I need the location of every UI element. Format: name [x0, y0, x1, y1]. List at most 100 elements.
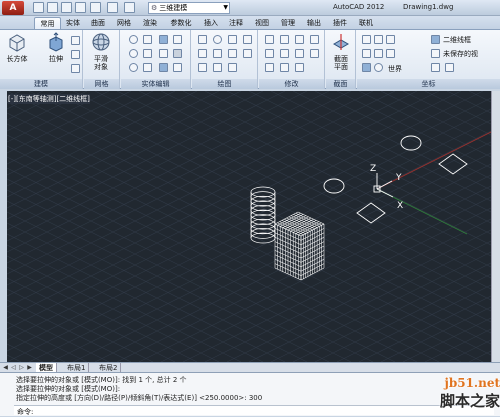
- ucs-world-label[interactable]: 世界: [388, 64, 402, 74]
- left-border: [0, 91, 7, 362]
- ucs-globe-icon[interactable]: [374, 63, 383, 72]
- last-tab-arrow-icon[interactable]: ▶: [26, 364, 33, 371]
- ucs-origin-icon[interactable]: [362, 49, 371, 58]
- tab-insert[interactable]: 插入: [200, 17, 222, 29]
- prev-tab-arrow-icon[interactable]: ◁: [10, 364, 17, 371]
- application-menu-button[interactable]: A: [2, 1, 24, 15]
- arc-icon[interactable]: [243, 35, 252, 44]
- tab-render[interactable]: 渲染: [139, 17, 161, 29]
- first-tab-arrow-icon[interactable]: ◀: [2, 364, 9, 371]
- circle-icon[interactable]: [213, 35, 222, 44]
- clean-icon[interactable]: [173, 63, 182, 72]
- tab-home[interactable]: 常用: [34, 17, 61, 29]
- ucs-3point-icon[interactable]: [362, 63, 371, 72]
- face-extrude-icon[interactable]: [159, 35, 168, 44]
- separate-icon[interactable]: [159, 49, 168, 58]
- polygon-icon[interactable]: [198, 63, 207, 72]
- ucs-world-icon[interactable]: [374, 35, 383, 44]
- grid-line: [7, 91, 308, 242]
- tab-surface[interactable]: 曲面: [87, 17, 109, 29]
- union-icon[interactable]: [129, 35, 138, 44]
- box-button[interactable]: 长方体: [6, 32, 28, 63]
- tab-online[interactable]: 联机: [355, 17, 377, 29]
- grid-line: [72, 91, 493, 302]
- grid-line: [7, 91, 44, 110]
- 3d-move-icon[interactable]: [280, 35, 289, 44]
- rotate-icon[interactable]: [265, 49, 274, 58]
- 3d-rotate-icon[interactable]: [280, 49, 289, 58]
- smooth-object-button[interactable]: 平滑 对象: [90, 32, 112, 71]
- thicken-icon[interactable]: [143, 63, 152, 72]
- imprint-icon[interactable]: [173, 49, 182, 58]
- polysolid-icon[interactable]: [71, 36, 80, 45]
- open-file-icon[interactable]: [47, 2, 58, 13]
- presspull-icon[interactable]: [71, 50, 80, 59]
- named-view-icon[interactable]: [431, 49, 440, 58]
- print-icon[interactable]: [90, 2, 101, 13]
- array-icon[interactable]: [310, 49, 319, 58]
- next-tab-arrow-icon[interactable]: ▷: [18, 364, 25, 371]
- save-icon[interactable]: [61, 2, 72, 13]
- ucs-icon[interactable]: [362, 35, 371, 44]
- slice-icon[interactable]: [143, 49, 152, 58]
- copy-icon[interactable]: [295, 35, 304, 44]
- sweep-icon[interactable]: [71, 64, 80, 73]
- grid-line: [314, 91, 493, 181]
- undo-icon[interactable]: [107, 2, 118, 13]
- move-icon[interactable]: [265, 35, 274, 44]
- subtract-icon[interactable]: [129, 49, 138, 58]
- polyline-icon[interactable]: [198, 49, 207, 58]
- tab-output[interactable]: 输出: [303, 17, 325, 29]
- tab-plugins[interactable]: 插件: [329, 17, 351, 29]
- vertical-scrollbar[interactable]: [491, 91, 500, 362]
- fillet-icon[interactable]: [295, 49, 304, 58]
- grid-line: [7, 343, 44, 362]
- trim-icon[interactable]: [280, 63, 289, 72]
- grid-line: [336, 283, 493, 362]
- extrude-label: 拉伸: [49, 55, 63, 63]
- erase-icon[interactable]: [295, 63, 304, 72]
- visual-style-icon[interactable]: [431, 35, 440, 44]
- ucs-object-icon[interactable]: [386, 49, 395, 58]
- cylinder-ring: [250, 186, 276, 198]
- tab-manage[interactable]: 管理: [277, 17, 299, 29]
- ucs-view-icon[interactable]: [374, 49, 383, 58]
- box-label: 长方体: [6, 55, 28, 63]
- spline-icon[interactable]: [213, 49, 222, 58]
- drawing-viewport[interactable]: Z Y X: [7, 91, 493, 362]
- layer-icon[interactable]: [445, 63, 454, 72]
- section-plane-button[interactable]: 截面 平面: [330, 32, 352, 71]
- line-icon[interactable]: [198, 35, 207, 44]
- viewport-config-icon[interactable]: [431, 63, 440, 72]
- shell-icon[interactable]: [173, 35, 182, 44]
- grid-line: [226, 91, 493, 225]
- point-icon[interactable]: [228, 63, 237, 72]
- tab-annotate[interactable]: 注释: [225, 17, 247, 29]
- rectangle-icon[interactable]: [228, 35, 237, 44]
- new-file-icon[interactable]: [33, 2, 44, 13]
- ucs-face-icon[interactable]: [386, 35, 395, 44]
- ellipse-icon[interactable]: [228, 49, 237, 58]
- named-view-dropdown[interactable]: 未保存的视: [443, 49, 478, 59]
- app-name: AutoCAD 2012: [333, 3, 385, 11]
- save-as-icon[interactable]: [75, 2, 86, 13]
- mirror-icon[interactable]: [310, 35, 319, 44]
- color-faces-icon[interactable]: [159, 63, 168, 72]
- workspace-dropdown[interactable]: ⚙ 三维建模 ▼: [148, 2, 230, 14]
- grid-line: [7, 321, 88, 362]
- viewport-label[interactable]: [-][东南等轴测][二维线框]: [8, 94, 90, 104]
- tab-solid[interactable]: 实体: [62, 17, 84, 29]
- tab-view[interactable]: 视图: [251, 17, 273, 29]
- tab-parametric[interactable]: 参数化: [165, 17, 197, 29]
- redo-icon[interactable]: [124, 2, 135, 13]
- intersect-icon[interactable]: [129, 63, 138, 72]
- align-icon[interactable]: [265, 63, 274, 72]
- visual-style-dropdown[interactable]: 二维线框: [443, 35, 471, 45]
- command-input[interactable]: 命令:: [14, 405, 494, 416]
- circle-shape-2[interactable]: [323, 178, 345, 194]
- extrude-button[interactable]: 拉伸: [45, 32, 67, 63]
- helix-icon[interactable]: [213, 63, 222, 72]
- tab-mesh[interactable]: 网格: [113, 17, 135, 29]
- hatch-icon[interactable]: [243, 49, 252, 58]
- extract-edges-icon[interactable]: [143, 35, 152, 44]
